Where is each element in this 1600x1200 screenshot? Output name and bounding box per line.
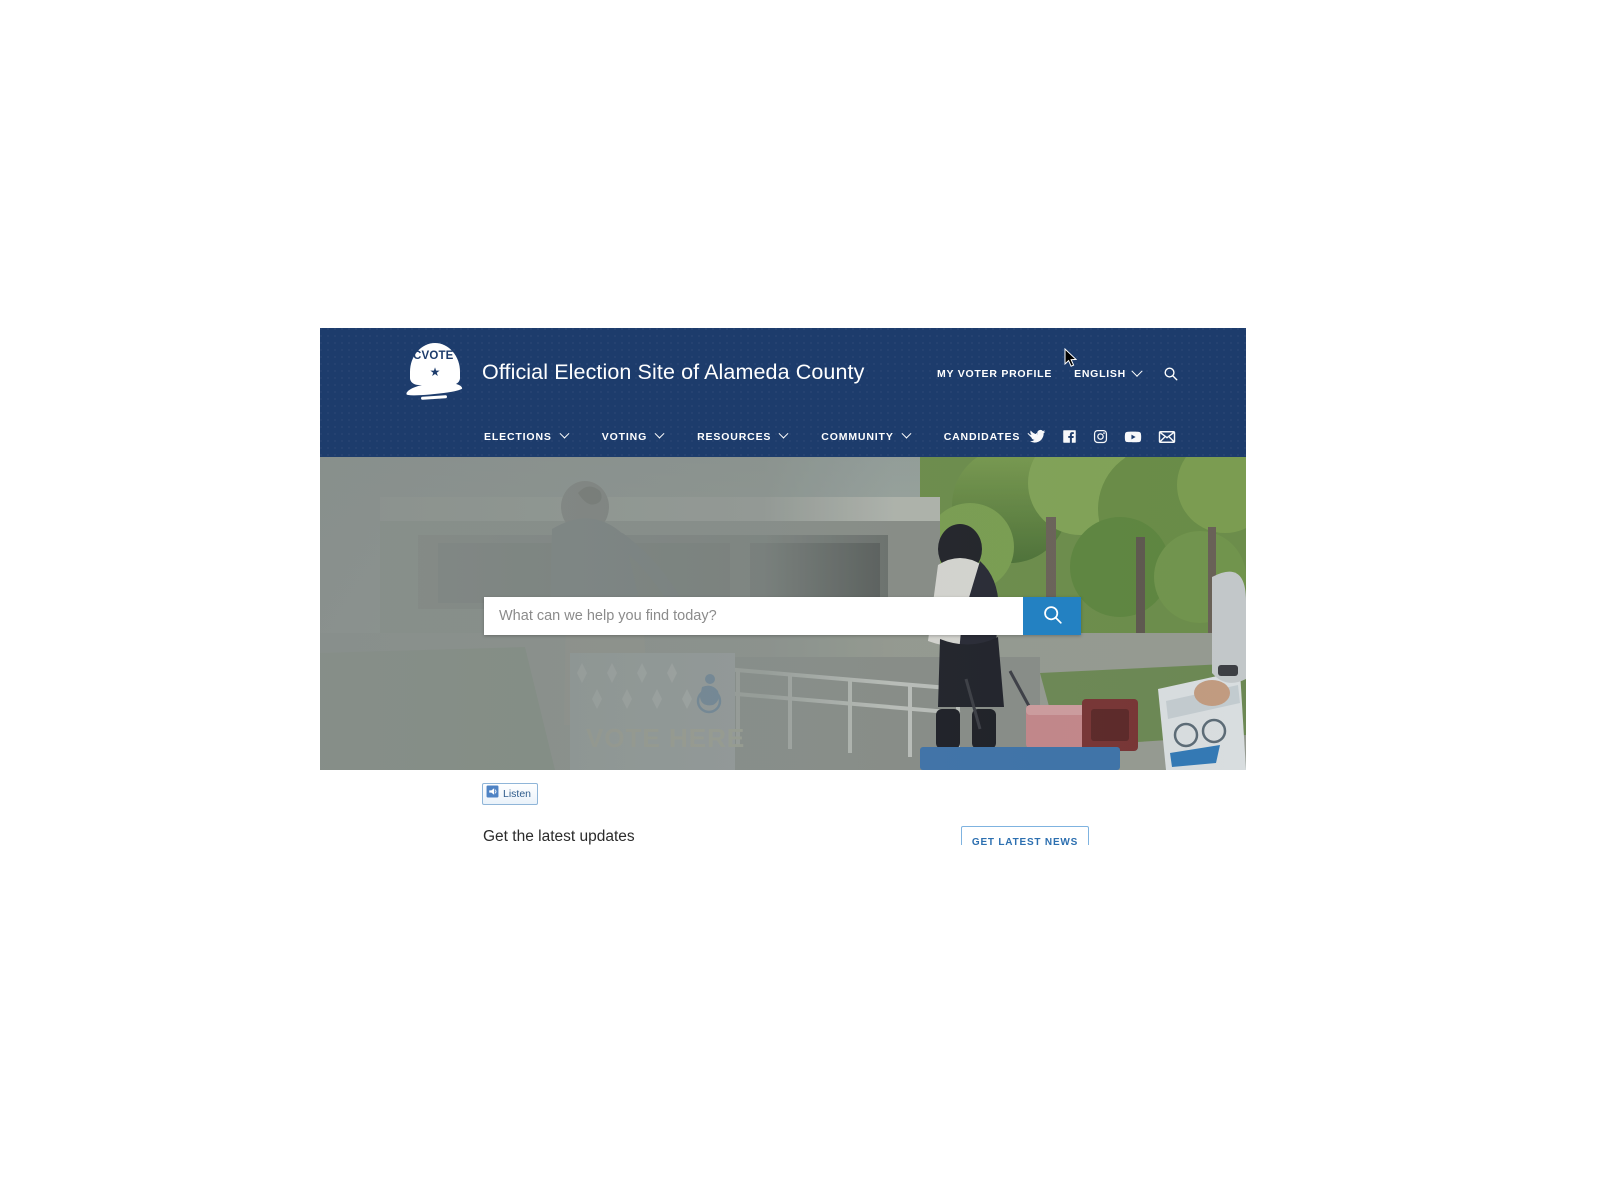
youtube-icon[interactable] [1124, 428, 1142, 446]
language-label: ENGLISH [1074, 367, 1126, 380]
my-voter-profile-link[interactable]: MY VOTER PROFILE [937, 368, 1052, 380]
chevron-down-icon [901, 428, 912, 439]
acvote-seal-logo-icon: ACVOTE ★ [404, 341, 466, 403]
hero-search-bar [484, 597, 1081, 635]
nav-item-label: CANDIDATES [943, 430, 1021, 443]
site-header: ACVOTE ★ Official Election Site of Alame… [320, 328, 1246, 457]
nav-item-candidates[interactable]: CANDIDATES [943, 428, 1038, 443]
nav-item-label: RESOURCES [697, 430, 772, 443]
site-brand[interactable]: ACVOTE ★ Official Election Site of Alame… [404, 341, 864, 403]
utility-navigation: MY VOTER PROFILE ENGLISH [937, 365, 1178, 381]
nav-item-resources[interactable]: RESOURCES [697, 428, 789, 443]
get-latest-news-button[interactable]: GET LATEST NEWS [961, 826, 1089, 845]
main-nav-items: ELECTIONS VOTING RESOURCES COMMUNITY CAN [484, 428, 1038, 443]
latest-updates-heading: Get the latest updates [483, 828, 635, 845]
search-input[interactable] [484, 597, 1023, 635]
instagram-icon[interactable] [1093, 429, 1108, 444]
social-links [1029, 428, 1176, 446]
nav-item-community[interactable]: COMMUNITY [821, 428, 912, 443]
hero-banner: VOTE HERE [320, 457, 1246, 770]
search-icon [1042, 604, 1063, 628]
chevron-down-icon [778, 428, 789, 439]
speaker-icon [486, 785, 499, 803]
nav-item-voting[interactable]: VOTING [601, 428, 665, 443]
logo-swoosh-lower [420, 395, 448, 400]
main-navigation: ELECTIONS VOTING RESOURCES COMMUNITY CAN [320, 416, 1246, 457]
header-top-bar: ACVOTE ★ Official Election Site of Alame… [320, 328, 1246, 416]
chevron-down-icon [1131, 365, 1143, 377]
nav-item-label: COMMUNITY [821, 430, 894, 443]
nav-item-elections[interactable]: ELECTIONS [484, 428, 570, 443]
search-submit-button[interactable] [1023, 597, 1081, 635]
search-icon[interactable] [1163, 366, 1178, 381]
page-content: Listen Get the latest updates GET LATEST… [320, 770, 1246, 845]
star-icon: ★ [429, 365, 441, 379]
nav-item-label: ELECTIONS [484, 430, 552, 443]
listen-button[interactable]: Listen [482, 783, 539, 805]
twitter-icon[interactable] [1029, 428, 1046, 445]
logo-text: ACVOTE [404, 350, 454, 362]
browser-viewport: ACVOTE ★ Official Election Site of Alame… [320, 328, 1246, 845]
facebook-icon[interactable] [1062, 429, 1077, 444]
language-selector[interactable]: ENGLISH [1074, 365, 1143, 380]
nav-item-label: VOTING [601, 430, 648, 443]
chevron-down-icon [654, 428, 665, 439]
site-title: Official Election Site of Alameda County [482, 359, 865, 384]
email-icon[interactable] [1158, 428, 1176, 446]
chevron-down-icon [559, 428, 570, 439]
listen-label: Listen [503, 788, 532, 800]
